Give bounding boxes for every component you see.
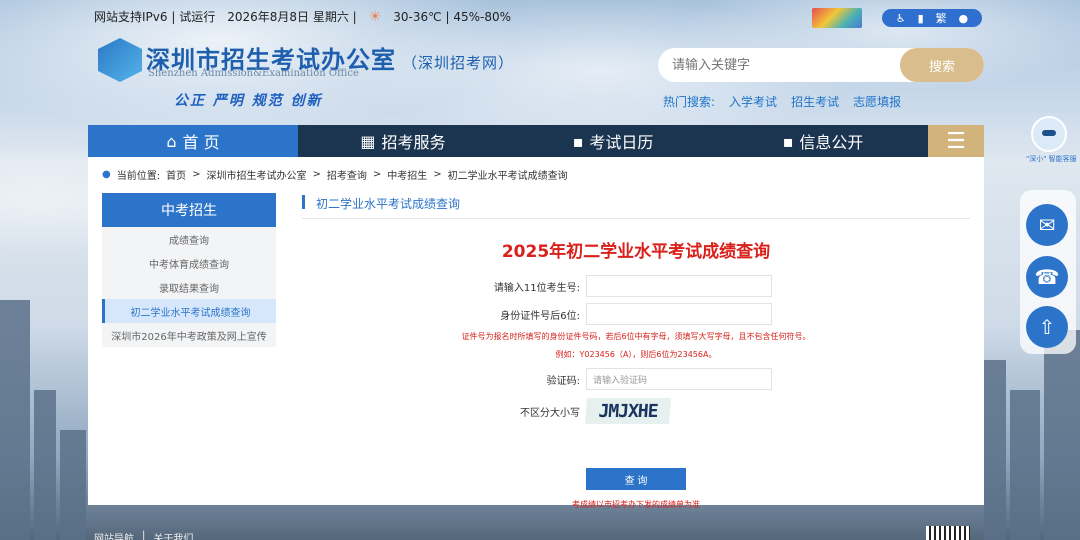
id-note: 证件号为报名时所填写的身份证件号码，若后6位中有字母，须填写大写字母，且不包含任… [461, 332, 811, 341]
search-input[interactable] [658, 48, 900, 82]
weather-text: 30-36℃ | 45%-80% [393, 9, 511, 24]
search-box: 搜索 [658, 48, 984, 82]
logo-english: Shenzhen Admission&Examination Office [148, 68, 359, 79]
hot-search-link[interactable]: 招生考试 [791, 93, 839, 110]
nav-info[interactable]: ▪ 信息公开 [718, 125, 928, 157]
nav-calendar[interactable]: ▪ 考试日历 [508, 125, 718, 157]
sidebar-item-admission-result[interactable]: 录取结果查询 [102, 275, 276, 299]
sidebar-heading: 中考招生 [102, 193, 276, 227]
exam-number-row: 请输入11位考生号: [436, 275, 772, 297]
document-icon: ▪ [782, 131, 794, 151]
date-text: 2026年8月8日 星期六 | [227, 10, 357, 24]
breadcrumb-link[interactable]: 中考招生 [387, 167, 427, 182]
breadcrumb-separator: > [433, 169, 442, 180]
content-area: 初二学业水平考试成绩查询 2025年初二学业水平考试成绩查询 请输入11位考生号… [302, 193, 970, 509]
nav-service[interactable]: ▦ 招考服务 [298, 125, 508, 157]
robot-icon [1031, 116, 1067, 152]
breadcrumb: ● 当前位置: 首页 > 深圳市招生考试办公室 > 招考查询 > 中考招生 > 初二学业… [102, 167, 568, 182]
logo-mark-icon [98, 38, 142, 82]
logo-slogan: 公正 严明 规范 创新 [174, 93, 323, 109]
id-number-row: 身份证件号后6位: [436, 303, 772, 325]
calendar-icon: ▪ [572, 131, 584, 151]
breadcrumb-current: 初二学业水平考试成绩查询 [447, 171, 568, 182]
hot-search-link[interactable]: 入学考试 [729, 93, 777, 110]
shenzhen-logo[interactable] [812, 8, 862, 28]
background-building [34, 390, 56, 540]
main-nav: ⌂ 首 页 ▦ 招考服务 ▪ 考试日历 ▪ 信息公开 ☰ [88, 125, 984, 157]
submit-query-button[interactable]: 查 询 [586, 468, 686, 490]
breadcrumb-separator: > [192, 169, 201, 180]
captcha-input[interactable]: 请输入验证码 [586, 368, 772, 390]
footer-link-sitemap[interactable]: 网站导航 [94, 530, 134, 540]
smart-assistant[interactable]: "深小" 智能客服 [1026, 116, 1077, 164]
sidebar-item-grade8-score[interactable]: 初二学业水平考试成绩查询 [102, 299, 276, 323]
breadcrumb-separator: > [312, 169, 321, 180]
sidebar: 中考招生 成绩查询 中考体育成绩查询 录取结果查询 初二学业水平考试成绩查询 深… [102, 193, 276, 347]
wechat-float-icon[interactable]: ✉ [1026, 204, 1068, 246]
ipv6-text: 网站支持IPv6 | 试运行 [94, 10, 216, 24]
case-hint: 不区分大小写 [520, 407, 580, 419]
hot-search-label: 热门搜索: [663, 95, 716, 109]
query-title: 2025年初二学业水平考试成绩查询 [501, 242, 771, 262]
hot-search-link[interactable]: 志愿填报 [853, 93, 901, 110]
id-number-input[interactable] [586, 303, 772, 325]
breadcrumb-link[interactable]: 招考查询 [327, 167, 367, 182]
back-to-top-icon[interactable]: ⇧ [1026, 306, 1068, 348]
grid-icon: ▦ [360, 131, 376, 151]
background-building [1010, 390, 1040, 540]
weather-icon: ☀ [368, 8, 382, 25]
footer-link-about[interactable]: 关于我们 [153, 530, 193, 540]
qr-code-image [926, 526, 970, 540]
top-info-bar: 网站支持IPv6 | 试运行 2026年8月8日 星期六 | ☀ 30-36℃ … [94, 8, 511, 25]
accessibility-toolbar: ♿ ▮ 繁 ● [882, 9, 982, 27]
footer-separator: | [142, 530, 146, 540]
id-number-label: 身份证件号后6位: [500, 310, 580, 322]
breadcrumb-separator: > [372, 169, 382, 180]
search-button[interactable]: 搜索 [900, 48, 984, 82]
captcha-row: 验证码: 请输入验证码 [436, 368, 772, 390]
footnote: 考成绩以市招考办下发的成绩单为准 [572, 500, 700, 509]
accessibility-icon[interactable]: ♿ [896, 12, 906, 25]
exam-number-input[interactable] [586, 275, 772, 297]
id-example: 例如：Y023456（A），则后6位为23456A。 [555, 350, 717, 359]
sidebar-item-policy[interactable]: 深圳市2026年中考政策及网上宣传 [102, 323, 276, 347]
captcha-image[interactable]: JMJXHE [585, 398, 671, 424]
home-icon: ⌂ [166, 131, 177, 151]
traditional-chinese-button[interactable]: 繁 [936, 10, 947, 26]
captcha-image-row: 不区分大小写 JMJXHE [436, 398, 671, 424]
footer-links: 网站导航 | 关于我们 [94, 530, 193, 540]
hot-search: 热门搜索: 入学考试 招生考试 志愿填报 [663, 93, 901, 110]
main-panel: ● 当前位置: 首页 > 深圳市招生考试办公室 > 招考查询 > 中考招生 > 初二学业… [88, 157, 984, 509]
breadcrumb-link[interactable]: 深圳市招生考试办公室 [207, 167, 307, 182]
sidebar-item-pe-score[interactable]: 中考体育成绩查询 [102, 251, 276, 275]
section-title: 初二学业水平考试成绩查询 [302, 193, 970, 219]
phone-icon[interactable]: ☎ [1026, 256, 1068, 298]
location-pin-icon: ● [102, 169, 111, 180]
wechat-icon[interactable]: ● [958, 12, 968, 25]
site-logo[interactable]: 深圳市招生考试办公室 （深圳招考网） Shenzhen Admission&Exa… [98, 36, 513, 112]
exam-number-label: 请输入11位考生号: [493, 282, 580, 294]
top-right-badges: ♿ ▮ 繁 ● [812, 8, 982, 28]
menu-icon[interactable]: ☰ [928, 125, 984, 157]
nav-home[interactable]: ⌂ 首 页 [88, 125, 298, 157]
background-building [0, 300, 30, 540]
background-building [1044, 330, 1080, 540]
captcha-label: 验证码: [546, 375, 580, 387]
assistant-caption: "深小" 智能客服 [1026, 155, 1077, 163]
background-building [60, 430, 86, 540]
background-building [984, 360, 1006, 540]
sidebar-item-score-query[interactable]: 成绩查询 [102, 227, 276, 251]
breadcrumb-label: 当前位置: [116, 171, 161, 182]
chart-icon[interactable]: ▮ [918, 12, 924, 25]
breadcrumb-link[interactable]: 首页 [166, 167, 186, 182]
